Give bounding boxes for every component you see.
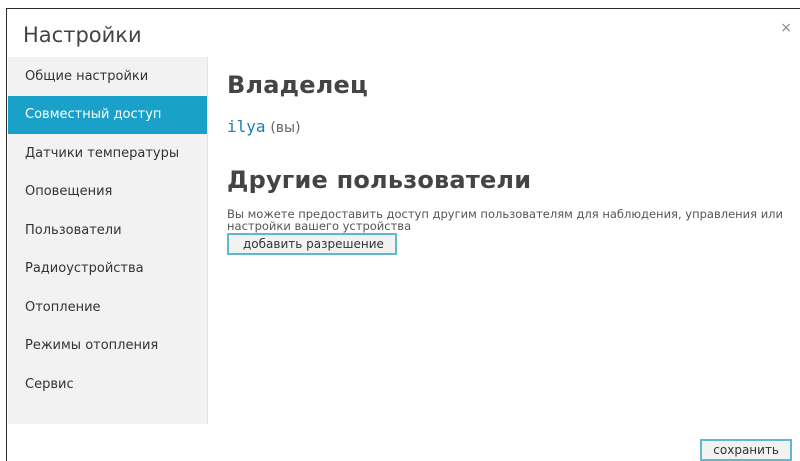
close-icon[interactable]: × bbox=[780, 21, 792, 35]
sidebar-item-general[interactable]: Общие настройки bbox=[8, 57, 207, 96]
other-users-description: Вы можете предоставить доступ другим пол… bbox=[227, 207, 784, 233]
other-users-heading: Другие пользователи bbox=[227, 166, 532, 194]
sidebar-item-temperature-sensors[interactable]: Датчики температуры bbox=[8, 134, 207, 173]
sidebar-item-heating-modes[interactable]: Режимы отопления bbox=[8, 327, 207, 366]
settings-dialog: Настройки × Общие настройки Совместный д… bbox=[6, 8, 800, 461]
settings-content: Владелец ilya (вы) Другие пользователи В… bbox=[227, 71, 787, 255]
sidebar-item-shared-access[interactable]: Совместный доступ bbox=[8, 95, 207, 134]
sidebar-item-users[interactable]: Пользователи bbox=[8, 211, 207, 250]
owner-heading: Владелец bbox=[227, 71, 368, 99]
settings-sidebar: Общие настройки Совместный доступ Датчик… bbox=[8, 57, 208, 424]
sidebar-item-notifications[interactable]: Оповещения bbox=[8, 173, 207, 212]
owner-line: ilya (вы) bbox=[227, 117, 787, 136]
save-button[interactable]: сохранить bbox=[700, 439, 792, 461]
add-permission-button[interactable]: добавить разрешение bbox=[227, 233, 397, 255]
sidebar-item-radio-devices[interactable]: Радиоустройства bbox=[8, 250, 207, 289]
sidebar-item-service[interactable]: Сервис bbox=[8, 365, 207, 404]
sidebar-item-heating[interactable]: Отопление bbox=[8, 288, 207, 327]
owner-name: ilya bbox=[227, 117, 266, 136]
owner-you-label: (вы) bbox=[270, 120, 301, 136]
dialog-title: Настройки bbox=[23, 23, 142, 47]
